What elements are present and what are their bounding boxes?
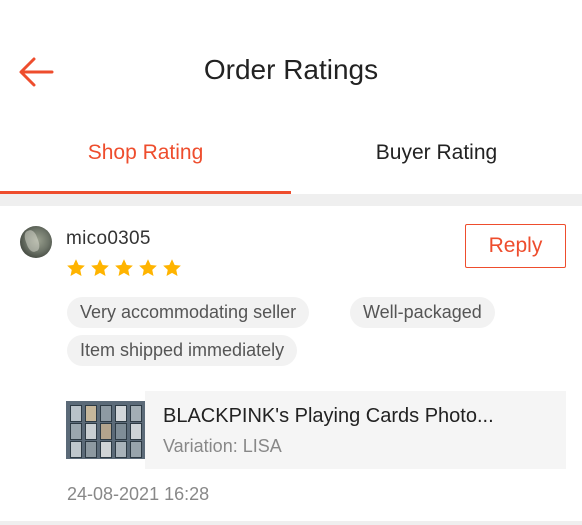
page-title: Order Ratings xyxy=(203,54,379,85)
username: mico0305 xyxy=(66,228,151,249)
star-icon xyxy=(163,259,181,276)
product-info: BLACKPINK's Playing Cards Photo... Varia… xyxy=(145,391,566,469)
star-icon xyxy=(115,259,133,276)
review-tag: Well-packaged xyxy=(350,297,495,328)
header: Order Ratings xyxy=(0,0,582,140)
section-divider xyxy=(0,194,582,206)
review-tag: Item shipped immediately xyxy=(67,335,298,366)
star-icon xyxy=(139,259,157,276)
rating-card: mico0305 Reply Very accommodating seller… xyxy=(0,206,582,525)
product-item[interactable]: BLACKPINK's Playing Cards Photo... Varia… xyxy=(66,391,566,469)
product-variation: Variation: LISA xyxy=(163,436,282,456)
star-icon xyxy=(91,259,109,276)
card-divider xyxy=(0,521,582,525)
tab-buyer-rating[interactable]: Buyer Rating xyxy=(291,128,582,194)
tab-shop-rating[interactable]: Shop Rating xyxy=(0,128,291,194)
reply-button[interactable]: Reply xyxy=(465,224,566,268)
rating-tabs: Shop Rating Buyer Rating xyxy=(0,128,582,194)
product-name: BLACKPINK's Playing Cards Photo... xyxy=(163,405,494,427)
star-rating xyxy=(66,258,182,282)
avatar[interactable] xyxy=(20,226,52,258)
star-icon xyxy=(67,259,85,276)
product-thumbnail xyxy=(66,401,145,459)
review-tag: Very accommodating seller xyxy=(67,297,310,328)
review-timestamp: 24-08-2021 16:28 xyxy=(67,484,210,504)
